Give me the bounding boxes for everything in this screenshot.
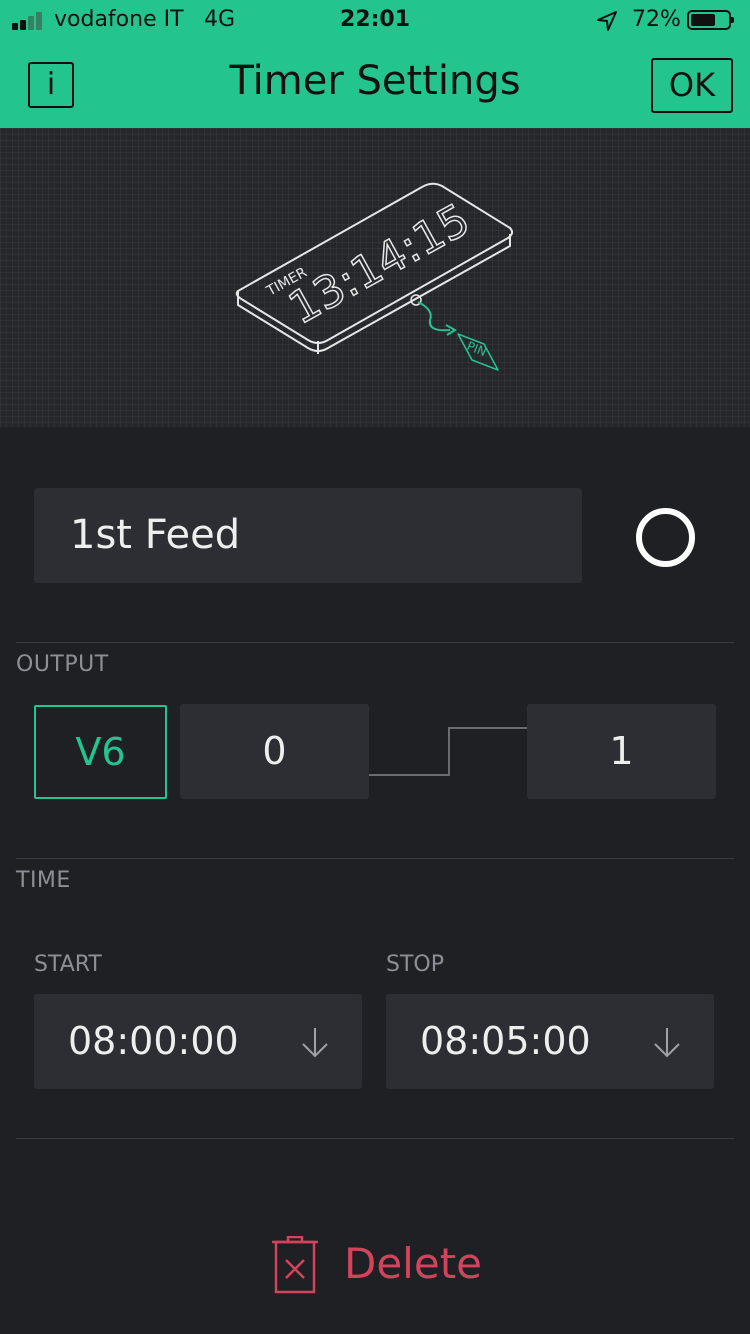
delete-button[interactable]: Delete: [344, 1236, 482, 1292]
timer-illustration: TIMER 13:14:15 PIN: [0, 128, 750, 427]
trash-icon[interactable]: [270, 1236, 320, 1294]
page-title: Timer Settings: [229, 58, 521, 104]
divider: [16, 1138, 734, 1139]
stop-time-picker[interactable]: 08:05:00: [386, 994, 714, 1089]
app-header: vodafone IT 4G 22:01 72% i Timer Setting…: [0, 0, 750, 128]
location-arrow-icon: [597, 11, 617, 31]
timer-name-input[interactable]: 1st Feed: [34, 488, 582, 583]
stop-label: STOP: [386, 952, 444, 977]
status-bar: vodafone IT 4G 22:01 72%: [0, 0, 750, 40]
battery-icon: [687, 10, 734, 30]
battery-percent: 72%: [632, 7, 681, 32]
output-low-value-input[interactable]: 0: [180, 704, 369, 799]
signal-step-icon: [369, 727, 527, 776]
output-section-label: OUTPUT: [16, 652, 109, 677]
device-time: 13:14:15: [281, 194, 479, 334]
output-high-value-input[interactable]: 1: [527, 704, 716, 799]
arrow-down-icon: [302, 1028, 328, 1058]
output-pin-selector[interactable]: V6: [34, 705, 167, 799]
pin-label: PIN: [465, 339, 489, 359]
time-section-label: TIME: [16, 868, 71, 893]
start-time-value: 08:00:00: [68, 1019, 239, 1063]
timer-device-icon: TIMER 13:14:15 PIN: [235, 182, 514, 371]
arrow-down-icon: [654, 1028, 680, 1058]
timer-status-indicator[interactable]: [636, 508, 695, 567]
divider: [16, 858, 734, 859]
divider: [16, 642, 734, 643]
stop-time-value: 08:05:00: [420, 1019, 591, 1063]
ok-button[interactable]: OK: [651, 58, 733, 113]
start-label: START: [34, 952, 102, 977]
start-time-picker[interactable]: 08:00:00: [34, 994, 362, 1089]
